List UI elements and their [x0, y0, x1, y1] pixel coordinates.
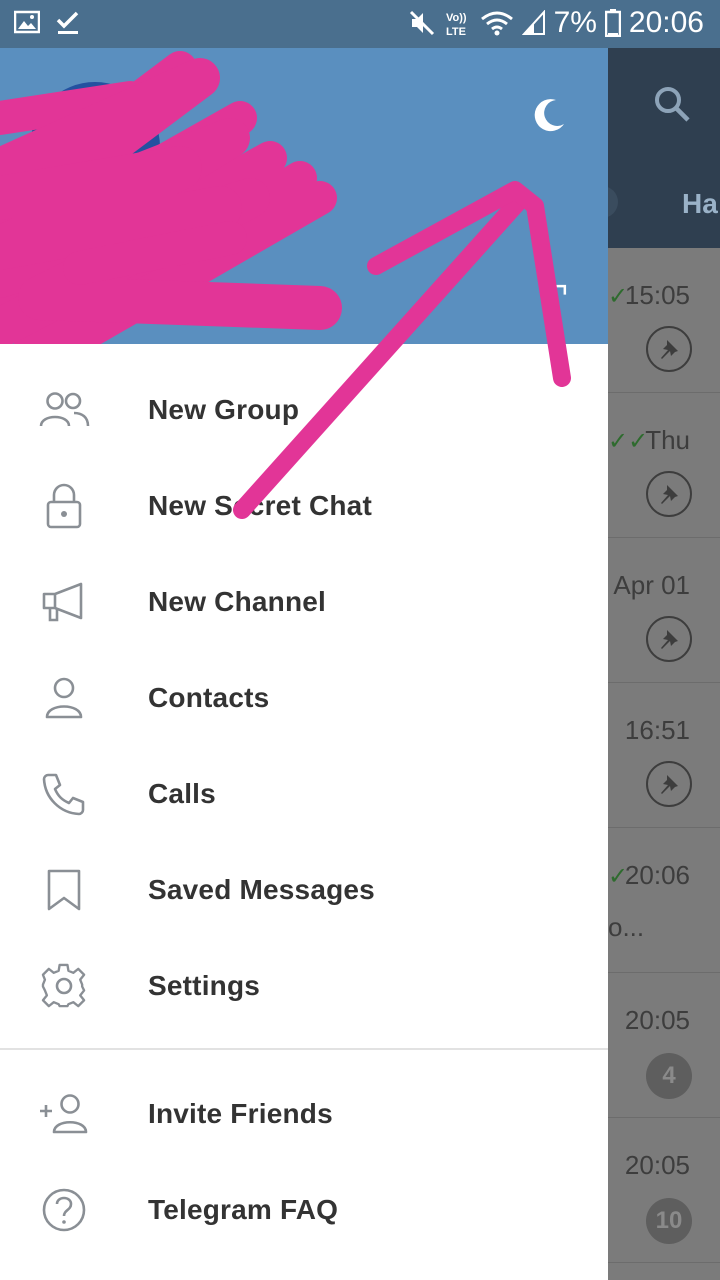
chat-row[interactable]: 16:51	[608, 683, 720, 828]
add-person-icon	[38, 1088, 90, 1140]
navigation-drawer: New Group New Secret Chat New Channel Co…	[0, 48, 608, 1280]
megaphone-icon	[38, 576, 90, 628]
search-icon[interactable]	[652, 84, 692, 129]
menu-settings[interactable]: Settings	[0, 938, 608, 1034]
chat-row[interactable]: Apr 01	[608, 538, 720, 683]
chat-time: Thu	[645, 425, 690, 455]
unread-badge: 10	[646, 1198, 692, 1244]
signal-icon	[521, 10, 546, 36]
chat-row[interactable]: 20:05 4	[608, 973, 720, 1118]
bookmark-icon	[38, 864, 90, 916]
pin-icon	[646, 326, 692, 372]
pin-icon	[646, 616, 692, 662]
help-icon	[38, 1184, 90, 1236]
svg-text:LTE: LTE	[446, 26, 466, 37]
clock: 20:06	[628, 6, 704, 39]
night-mode-icon[interactable]	[528, 96, 568, 141]
status-bar: Vo)) LTE 7% 20:06	[0, 0, 720, 48]
gear-icon	[38, 960, 90, 1012]
person-icon	[38, 672, 90, 724]
chat-time: 16:51	[624, 715, 690, 745]
chat-preview: o...	[608, 912, 645, 942]
read-checks: ✓✓	[608, 428, 649, 455]
menu-new-channel[interactable]: New Channel	[0, 554, 608, 650]
menu-label: Saved Messages	[148, 874, 375, 905]
menu-label: Telegram FAQ	[148, 1194, 339, 1225]
menu-label: Contacts	[148, 682, 270, 713]
pin-icon	[646, 471, 692, 517]
menu-new-secret-chat[interactable]: New Secret Chat	[0, 458, 608, 554]
redaction-scribble	[0, 51, 342, 344]
svg-text:Vo)): Vo))	[446, 12, 467, 24]
battery-icon	[604, 9, 621, 37]
pin-icon	[646, 761, 692, 807]
menu-saved-messages[interactable]: Saved Messages	[0, 842, 608, 938]
chat-row[interactable]: 20:05 10	[608, 1118, 720, 1263]
menu-calls[interactable]: Calls	[0, 746, 608, 842]
mute-icon	[408, 9, 436, 37]
menu-label: Invite Friends	[148, 1098, 333, 1129]
chat-time: 15:05	[624, 280, 690, 310]
lock-icon	[38, 480, 90, 532]
menu-divider	[0, 1048, 608, 1050]
menu-telegram-faq[interactable]: Telegram FAQ	[0, 1162, 608, 1258]
folder-tab[interactable]: Ha	[682, 188, 718, 220]
menu-contacts[interactable]: Contacts	[0, 650, 608, 746]
wifi-icon	[480, 9, 514, 37]
unread-badge: 4	[646, 1053, 692, 1099]
group-icon	[38, 384, 90, 436]
chat-time: 20:06	[624, 860, 690, 890]
menu-label: New Group	[148, 394, 300, 425]
drawer-header	[0, 48, 608, 344]
menu-new-group[interactable]: New Group	[0, 362, 608, 458]
menu-label: New Secret Chat	[148, 490, 372, 521]
checkmark-icon	[56, 10, 80, 36]
menu-invite-friends[interactable]: Invite Friends	[0, 1066, 608, 1162]
chat-time: 20:05	[624, 1150, 690, 1180]
chat-time: 20:05	[624, 1005, 690, 1035]
chat-time: Apr 01	[613, 570, 690, 600]
chat-row[interactable]: ✓ 15:05	[608, 248, 720, 393]
menu-label: New Channel	[148, 586, 327, 617]
menu-label: Settings	[148, 970, 261, 1001]
gallery-icon	[14, 10, 40, 36]
chat-row[interactable]: ✓ 20:06 o...	[608, 828, 720, 973]
battery-percent: 7%	[553, 6, 597, 39]
volte-icon: Vo)) LTE	[444, 9, 472, 37]
menu-label: Calls	[148, 778, 216, 809]
chat-list: ✓ 15:05 ✓✓ Thu Apr 01 16:51 ✓ 20:06 o...…	[608, 248, 720, 1280]
chat-row[interactable]: ✓✓ Thu	[608, 393, 720, 538]
phone-icon	[38, 768, 90, 820]
